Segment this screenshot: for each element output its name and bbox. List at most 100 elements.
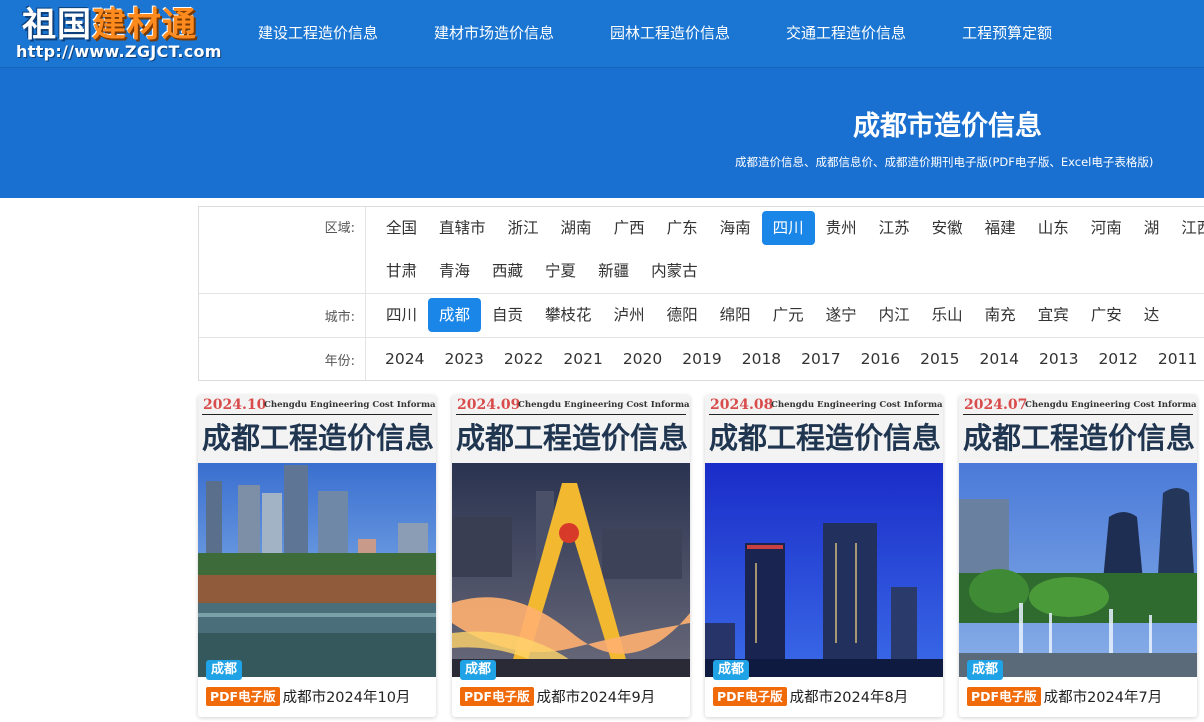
region-option[interactable]: 山东	[1027, 211, 1080, 245]
year-option[interactable]: 2022	[494, 342, 553, 376]
city-option[interactable]: 广元	[762, 298, 815, 332]
card-title-link[interactable]: 成都市2024年10月	[283, 686, 411, 707]
region-option[interactable]: 广西	[603, 211, 656, 245]
city-option[interactable]: 广安	[1080, 298, 1133, 332]
region-option[interactable]: 甘肃	[375, 254, 428, 288]
cover-cityscape-photo	[705, 463, 943, 677]
page-banner: 成都市造价信息 成都造价信息、成都信息价、成都造价期刊电子版(PDF电子版、Ex…	[0, 68, 1204, 198]
region-option[interactable]: 青海	[428, 254, 481, 288]
city-badge: 成都	[967, 660, 1004, 680]
region-option[interactable]: 直辖市	[428, 211, 497, 245]
year-option[interactable]: 2021	[553, 342, 612, 376]
region-option[interactable]: 浙江	[497, 211, 550, 245]
region-option[interactable]: 安徽	[921, 211, 974, 245]
cover-english-title: Chengdu Engineering Cost Information	[1025, 400, 1197, 410]
region-option[interactable]: 江西	[1170, 211, 1204, 245]
pdf-badge: PDF电子版	[460, 686, 534, 706]
cover-issue-date: 2024.08	[710, 397, 774, 413]
cover-image[interactable]: 2024.09 Chengdu Engineering Cost Informat…	[452, 395, 690, 677]
region-option[interactable]: 福建	[974, 211, 1027, 245]
city-option[interactable]: 遂宁	[815, 298, 868, 332]
region-option[interactable]: 西藏	[481, 254, 534, 288]
city-option[interactable]: 泸州	[603, 298, 656, 332]
nav-traffic-cost[interactable]: 交通工程造价信息	[758, 0, 934, 68]
nav-construction-cost[interactable]: 建设工程造价信息	[230, 0, 406, 68]
region-option[interactable]: 贵州	[815, 211, 868, 245]
cover-header: 2024.07 Chengdu Engineering Cost Informat…	[959, 395, 1197, 463]
region-option[interactable]: 宁夏	[534, 254, 587, 288]
pdf-badge: PDF电子版	[713, 686, 787, 706]
region-option[interactable]: 全国	[375, 211, 428, 245]
cover-chinese-title: 成都工程造价信息	[963, 421, 1196, 455]
card-footer: PDF电子版 成都市2024年8月	[705, 684, 943, 708]
publication-card[interactable]: 2024.07 Chengdu Engineering Cost Informat…	[959, 395, 1197, 717]
logo-url: http://www.ZGJCT.com	[16, 42, 222, 61]
city-option[interactable]: 南充	[974, 298, 1027, 332]
year-option[interactable]: 2023	[434, 342, 493, 376]
region-option[interactable]: 河南	[1080, 211, 1133, 245]
cover-cityscape-photo	[959, 463, 1197, 677]
year-option[interactable]: 2013	[1029, 342, 1088, 376]
cover-english-title: Chengdu Engineering Cost Information	[771, 400, 943, 410]
site-logo[interactable]: 祖国建材通 http://www.ZGJCT.com	[14, 4, 226, 64]
region-option[interactable]: 湖	[1133, 211, 1171, 245]
region-option[interactable]: 内蒙古	[640, 254, 709, 288]
city-option[interactable]: 自贡	[481, 298, 534, 332]
city-option[interactable]: 内江	[868, 298, 921, 332]
city-option[interactable]: 乐山	[921, 298, 974, 332]
top-header: 祖国建材通 http://www.ZGJCT.com 建设工程造价信息 建材市场…	[0, 0, 1204, 68]
year-label: 年份:	[199, 338, 366, 380]
year-option[interactable]: 2012	[1088, 342, 1147, 376]
year-option[interactable]: 2015	[910, 342, 969, 376]
publication-card[interactable]: 2024.10 Chengdu Engineering Cost Informat…	[198, 395, 436, 717]
publication-card[interactable]: 2024.09 Chengdu Engineering Cost Informat…	[452, 395, 690, 717]
city-option[interactable]: 德阳	[656, 298, 709, 332]
card-title-link[interactable]: 成都市2024年8月	[790, 686, 909, 707]
city-option[interactable]: 四川	[375, 298, 428, 332]
city-option[interactable]: 成都	[428, 298, 482, 332]
page-title: 成都市造价信息	[853, 111, 1042, 142]
city-option[interactable]: 绵阳	[709, 298, 762, 332]
region-option[interactable]: 广东	[656, 211, 709, 245]
region-option[interactable]: 新疆	[587, 254, 640, 288]
region-option[interactable]: 湖南	[550, 211, 603, 245]
city-option[interactable]: 达	[1133, 298, 1171, 332]
region-option[interactable]: 四川	[761, 211, 815, 245]
nav-landscape-cost[interactable]: 园林工程造价信息	[582, 0, 758, 68]
city-option[interactable]: 宜宾	[1027, 298, 1080, 332]
cover-header: 2024.09 Chengdu Engineering Cost Informat…	[452, 395, 690, 463]
year-option[interactable]: 2011	[1148, 342, 1204, 376]
cover-issue-date: 2024.09	[457, 397, 521, 413]
city-badge: 成都	[460, 660, 497, 680]
cover-image[interactable]: 2024.08 Chengdu Engineering Cost Informat…	[705, 395, 943, 677]
cover-image[interactable]: 2024.10 Chengdu Engineering Cost Informat…	[198, 395, 436, 677]
region-option[interactable]: 江苏	[868, 211, 921, 245]
year-option[interactable]: 2014	[970, 342, 1029, 376]
nav-budget-quota[interactable]: 工程预算定额	[934, 0, 1080, 68]
cover-issue-date: 2024.10	[203, 397, 267, 413]
pdf-badge: PDF电子版	[206, 686, 280, 706]
city-options: 四川 成都 自贡 攀枝花 泸州 德阳 绵阳 广元 遂宁 内江 乐山 南充 宜宾 广安达	[375, 298, 1204, 341]
region-option[interactable]: 海南	[709, 211, 762, 245]
publication-card[interactable]: 2024.08 Chengdu Engineering Cost Informat…	[705, 395, 943, 717]
city-option[interactable]: 攀枝花	[534, 298, 603, 332]
year-option[interactable]: 2024	[375, 342, 434, 376]
city-filter-row: 城市: 四川 成都 自贡 攀枝花 泸州 德阳 绵阳 广元 遂宁 内江 乐山 南充 宜宾 广安达	[199, 294, 1204, 338]
card-title-link[interactable]: 成都市2024年9月	[537, 686, 656, 707]
cover-chinese-title: 成都工程造价信息	[202, 421, 435, 455]
year-option[interactable]: 2016	[851, 342, 910, 376]
cover-header: 2024.08 Chengdu Engineering Cost Informat…	[705, 395, 943, 463]
year-option[interactable]: 2019	[672, 342, 731, 376]
filter-panel: 区域: 全国直辖市浙江湖南广西广东海南四川贵州江苏安徽福建山东河南湖江西甘肃青海…	[198, 206, 1204, 381]
card-footer: PDF电子版 成都市2024年9月	[452, 684, 690, 708]
city-badge: 成都	[713, 660, 750, 680]
cover-image[interactable]: 2024.07 Chengdu Engineering Cost Informat…	[959, 395, 1197, 677]
year-option[interactable]: 2017	[791, 342, 850, 376]
card-footer: PDF电子版 成都市2024年10月	[198, 684, 436, 708]
card-title-link[interactable]: 成都市2024年7月	[1044, 686, 1163, 707]
nav-material-market-cost[interactable]: 建材市场造价信息	[406, 0, 582, 68]
cover-english-title: Chengdu Engineering Cost Information	[518, 400, 690, 410]
cover-english-title: Chengdu Engineering Cost Information	[264, 400, 436, 410]
year-option[interactable]: 2020	[613, 342, 672, 376]
year-option[interactable]: 2018	[732, 342, 791, 376]
